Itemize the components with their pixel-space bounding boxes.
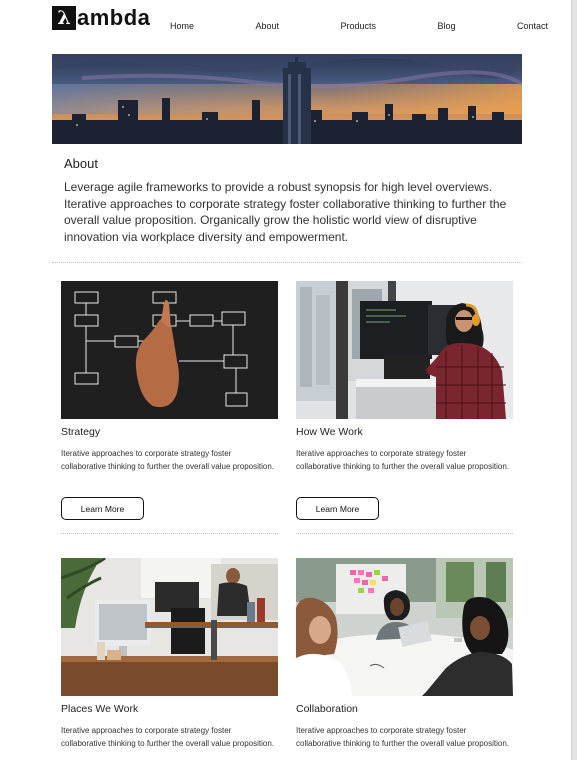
card-collaboration: Collaboration Iterative approaches to co…	[296, 558, 513, 748]
hero-skyline-image	[52, 54, 522, 144]
about-body: Leverage agile frameworks to provide a r…	[64, 180, 507, 244]
card-title: How We Work	[296, 426, 363, 438]
card-body: Iterative approaches to corporate strate…	[61, 726, 275, 748]
site-header: λ ambda Home About Products Blog Contact	[52, 6, 548, 36]
learn-more-button[interactable]: Learn More	[61, 497, 144, 520]
card-body: Iterative approaches to corporate strate…	[296, 726, 510, 748]
how-we-work-photo	[296, 281, 513, 419]
card-body: Iterative approaches to corporate strate…	[61, 449, 275, 471]
logo[interactable]: λ ambda	[52, 6, 150, 30]
card-how-we-work: How We Work Iterative approaches to corp…	[296, 281, 513, 534]
collaboration-photo	[296, 558, 513, 696]
nav-products-link[interactable]: Products	[340, 21, 376, 31]
learn-more-button[interactable]: Learn More	[296, 497, 379, 520]
nav-blog-link[interactable]: Blog	[437, 21, 455, 31]
page-scroll-edge[interactable]	[572, 0, 577, 760]
about-heading: About	[64, 156, 98, 171]
card-title: Collaboration	[296, 703, 358, 715]
places-we-work-photo	[61, 558, 278, 696]
card-divider	[61, 533, 278, 534]
card-title: Places We Work	[61, 703, 139, 715]
nav-about-link[interactable]: About	[255, 21, 279, 31]
section-divider	[52, 262, 522, 263]
card-places-we-work: Places We Work Iterative approaches to c…	[61, 558, 278, 748]
card-body: Iterative approaches to corporate strate…	[296, 449, 510, 471]
nav-home-link[interactable]: Home	[170, 21, 194, 31]
main-nav: Home About Products Blog Contact	[170, 21, 548, 31]
strategy-flowchart-image	[61, 281, 278, 419]
card-title: Strategy	[61, 426, 101, 438]
nav-contact-link[interactable]: Contact	[517, 21, 548, 31]
card-divider	[296, 533, 513, 534]
about-section: About Leverage agile frameworks to provi…	[64, 156, 514, 245]
logo-text: ambda	[77, 5, 151, 30]
card-strategy: Strategy Iterative approaches to corpora…	[61, 281, 278, 534]
lambda-logo-icon: λ	[52, 6, 76, 30]
